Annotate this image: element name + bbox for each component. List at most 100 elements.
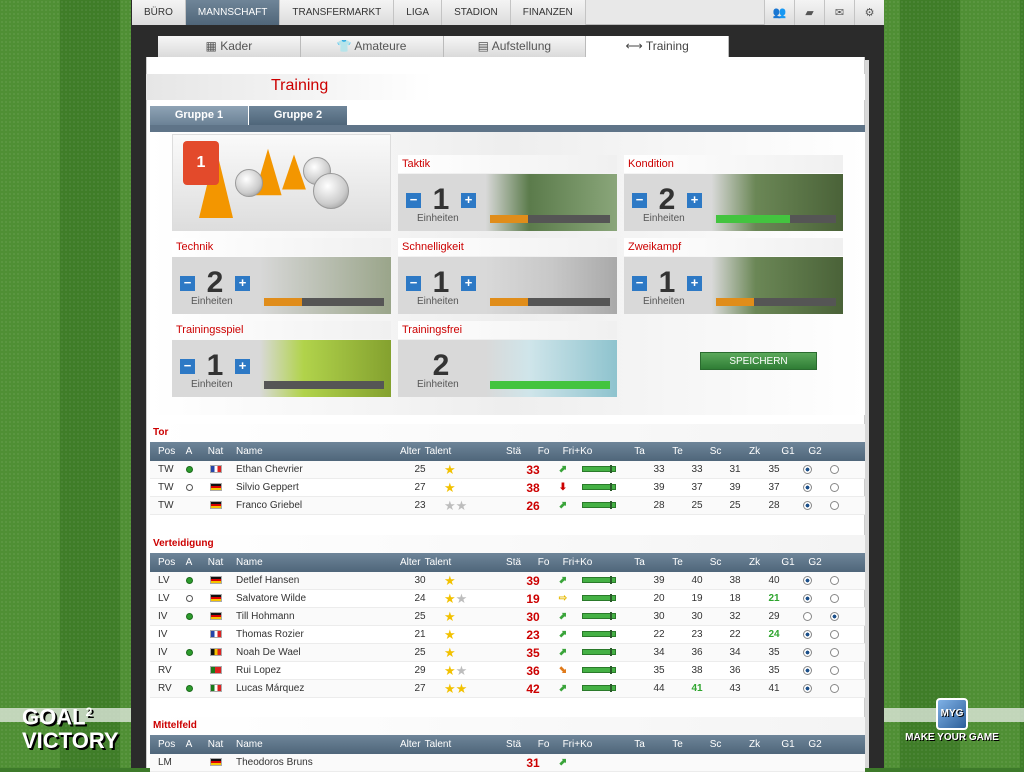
group-1-radio[interactable] — [803, 665, 812, 675]
group-2-radio[interactable] — [830, 683, 839, 693]
group-2-radio[interactable] — [830, 500, 839, 510]
column-header-zk[interactable]: Zk — [735, 553, 775, 572]
group-2-radio[interactable] — [830, 647, 839, 657]
tab-aufstellung[interactable]: ▤ Aufstellung — [443, 36, 587, 57]
column-header-tal[interactable]: Talent — [421, 553, 499, 572]
nav-stadion[interactable]: STADION — [442, 0, 511, 25]
tab-gruppe-1[interactable]: Gruppe 1 — [150, 106, 248, 125]
table-row[interactable]: IV Noah De Wael 25 ★ 35 ⬈ 34 36 34 35 — [150, 644, 865, 662]
table-row[interactable]: LV Salvatore Wilde 24 ★★ 19 ⇨ 20 19 18 21 — [150, 590, 865, 608]
group-1-radio[interactable] — [803, 500, 812, 510]
column-header-ta[interactable]: Ta — [621, 553, 659, 572]
column-header-pos[interactable]: Pos — [150, 553, 179, 572]
group-2-radio[interactable] — [830, 665, 839, 675]
column-header-tal[interactable]: Talent — [421, 735, 499, 754]
table-row[interactable]: RV Rui Lopez 29 ★★ 36 ⬊ 35 38 36 35 — [150, 662, 865, 680]
column-header-nat[interactable]: Nat — [199, 553, 232, 572]
column-header-ta[interactable]: Ta — [621, 735, 659, 754]
column-header-zk[interactable]: Zk — [735, 442, 775, 461]
table-row[interactable]: IV Till Hohmann 25 ★ 30 ⬈ 30 30 32 29 — [150, 608, 865, 626]
column-header-g2[interactable]: G2 — [802, 442, 829, 461]
player-name[interactable]: Salvatore Wilde — [232, 590, 400, 607]
column-header-sc[interactable]: Sc — [697, 553, 735, 572]
nav-büro[interactable]: BÜRO — [132, 0, 186, 25]
group-1-radio[interactable] — [803, 629, 812, 639]
group-1-radio[interactable] — [803, 647, 812, 657]
player-name[interactable]: Rui Lopez — [232, 662, 400, 679]
tab-kader[interactable]: ▦ Kader — [158, 36, 301, 57]
chat-button[interactable]: ▰ — [794, 0, 824, 25]
table-row[interactable]: IV Thomas Rozier 21 ★ 23 ⬈ 22 23 22 24 — [150, 626, 865, 644]
increase-button[interactable]: + — [235, 359, 250, 374]
column-header-sta[interactable]: Stä — [499, 553, 529, 572]
column-header-nat[interactable]: Nat — [199, 442, 232, 461]
group-2-radio[interactable] — [830, 611, 839, 621]
player-name[interactable]: Silvio Geppert — [232, 479, 400, 496]
column-header-name[interactable]: Name — [232, 735, 400, 754]
group-1-radio[interactable] — [803, 683, 812, 693]
column-header-g1[interactable]: G1 — [775, 553, 802, 572]
increase-button[interactable]: + — [687, 193, 702, 208]
group-1-radio[interactable] — [803, 575, 812, 585]
increase-button[interactable]: + — [461, 193, 476, 208]
column-header-fo[interactable]: Fo — [529, 735, 559, 754]
group-2-radio[interactable] — [830, 629, 839, 639]
table-row[interactable]: TW Ethan Chevrier 25 ★ 33 ⬈ 33 33 31 35 — [150, 461, 865, 479]
table-row[interactable]: RV Lucas Márquez 27 ★★ 42 ⬈ 44 41 43 41 — [150, 680, 865, 698]
decrease-button[interactable]: − — [632, 276, 647, 291]
column-header-g1[interactable]: G1 — [775, 735, 802, 754]
player-name[interactable]: Franco Griebel — [232, 497, 400, 514]
group-1-radio[interactable] — [803, 464, 812, 474]
table-row[interactable]: LM Theodoros Bruns 31 ⬈ — [150, 754, 865, 772]
nav-liga[interactable]: LIGA — [394, 0, 443, 25]
nav-mannschaft[interactable]: MANNSCHAFT — [185, 0, 281, 25]
decrease-button[interactable]: − — [406, 276, 421, 291]
table-row[interactable]: TW Franco Griebel 23 ★★ 26 ⬈ 28 25 25 28 — [150, 497, 865, 515]
player-name[interactable]: Ethan Chevrier — [232, 461, 400, 478]
column-header-alter[interactable]: Alter — [400, 442, 421, 461]
column-header-alter[interactable]: Alter — [400, 735, 421, 754]
column-header-sc[interactable]: Sc — [697, 735, 735, 754]
column-header-tal[interactable]: Talent — [421, 442, 499, 461]
group-2-radio[interactable] — [830, 575, 839, 585]
column-header-g2[interactable]: G2 — [802, 553, 829, 572]
nav-finanzen[interactable]: FINANZEN — [510, 0, 586, 25]
column-header-frk[interactable]: Fri+Ko — [559, 735, 621, 754]
column-header-nat[interactable]: Nat — [199, 735, 232, 754]
table-row[interactable]: LV Detlef Hansen 30 ★ 39 ⬈ 39 40 38 40 — [150, 572, 865, 590]
increase-button[interactable]: + — [235, 276, 250, 291]
column-header-zk[interactable]: Zk — [735, 735, 775, 754]
column-header-alter[interactable]: Alter — [400, 553, 421, 572]
column-header-name[interactable]: Name — [232, 553, 400, 572]
tab-training[interactable]: ⟷ Training — [586, 36, 729, 57]
tab-amateure[interactable]: 👕 Amateure — [300, 36, 444, 57]
group-2-radio[interactable] — [830, 482, 839, 492]
player-name[interactable]: Detlef Hansen — [232, 572, 400, 589]
column-header-te[interactable]: Te — [659, 442, 697, 461]
increase-button[interactable]: + — [687, 276, 702, 291]
column-header-a[interactable]: A — [179, 735, 199, 754]
column-header-fo[interactable]: Fo — [529, 442, 559, 461]
column-header-frk[interactable]: Fri+Ko — [559, 442, 621, 461]
group-2-radio[interactable] — [830, 593, 839, 603]
player-name[interactable]: Till Hohmann — [232, 608, 400, 625]
save-button[interactable]: SPEICHERN — [700, 352, 817, 370]
nav-transfermarkt[interactable]: TRANSFERMARKT — [280, 0, 395, 25]
group-1-radio[interactable] — [803, 593, 812, 603]
column-header-sc[interactable]: Sc — [697, 442, 735, 461]
table-row[interactable]: TW Silvio Geppert 27 ★ 38 ⬇ 39 37 39 37 — [150, 479, 865, 497]
column-header-te[interactable]: Te — [659, 553, 697, 572]
increase-button[interactable]: + — [461, 276, 476, 291]
column-header-a[interactable]: A — [179, 553, 199, 572]
column-header-frk[interactable]: Fri+Ko — [559, 553, 621, 572]
column-header-fo[interactable]: Fo — [529, 553, 559, 572]
column-header-sta[interactable]: Stä — [499, 442, 529, 461]
column-header-a[interactable]: A — [179, 442, 199, 461]
player-name[interactable]: Theodoros Bruns — [232, 754, 400, 771]
column-header-pos[interactable]: Pos — [150, 735, 179, 754]
decrease-button[interactable]: − — [180, 276, 195, 291]
decrease-button[interactable]: − — [180, 359, 195, 374]
decrease-button[interactable]: − — [406, 193, 421, 208]
column-header-g2[interactable]: G2 — [802, 735, 829, 754]
group-2-radio[interactable] — [830, 464, 839, 474]
